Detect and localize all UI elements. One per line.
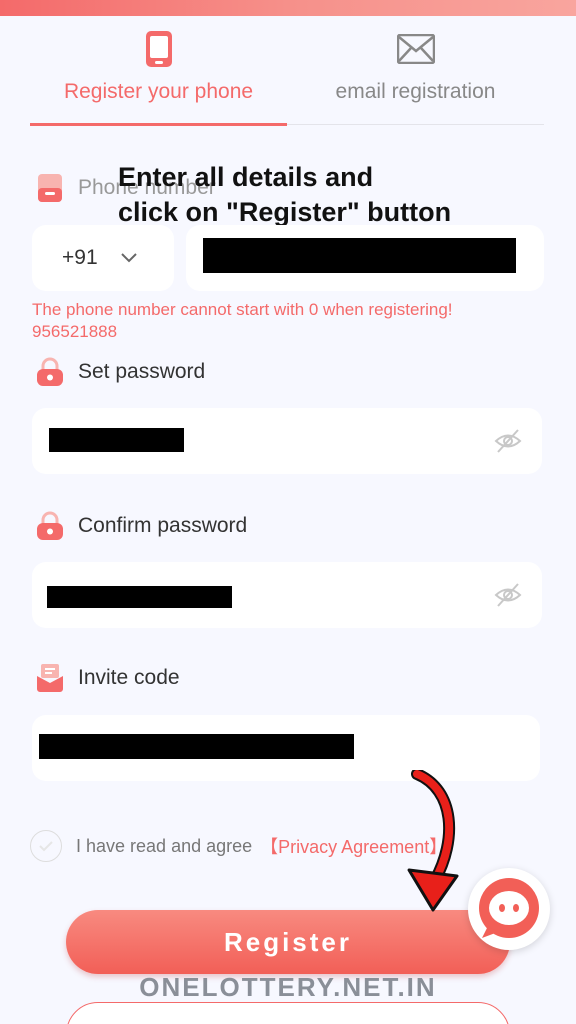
tab-register-phone-label: Register your phone <box>63 80 254 103</box>
agreement-text: I have read and agree <box>76 835 253 856</box>
set-password-label: Set password <box>78 360 206 383</box>
phone-icon <box>145 31 172 67</box>
register-button[interactable]: Register <box>66 910 510 974</box>
eye-off-icon[interactable] <box>494 428 522 454</box>
eye-off-icon[interactable] <box>494 582 522 608</box>
confirm-password-label-row: Confirm password <box>34 510 247 542</box>
tab-email-registration[interactable]: email registration <box>287 26 544 126</box>
instruction-overlay: Enter all details and click on "Register… <box>118 160 451 230</box>
chevron-down-icon <box>120 253 137 263</box>
envelope-icon <box>396 34 435 64</box>
registration-tabs: Register your phone email registration <box>30 26 544 126</box>
phone-field-icon <box>38 174 62 202</box>
agreement-row: I have read and agree 【Privacy Agreement… <box>30 830 447 862</box>
top-gradient-bar <box>0 0 576 16</box>
phone-error-number: 956521888 <box>32 322 118 341</box>
phone-number-input[interactable] <box>186 225 544 291</box>
invite-icon <box>37 664 63 692</box>
confirm-password-label: Confirm password <box>78 514 248 537</box>
check-icon <box>39 841 53 852</box>
chat-bubble-icon <box>479 878 539 938</box>
set-password-input[interactable] <box>32 408 542 474</box>
redacted-phone-value <box>203 238 516 273</box>
instruction-line-1: Enter all details and <box>118 162 374 192</box>
country-code-select[interactable]: +91 <box>32 225 174 291</box>
phone-error-message: The phone number cannot start with 0 whe… <box>32 299 552 343</box>
active-tab-indicator <box>30 123 287 126</box>
annotation-arrow-icon <box>407 770 459 912</box>
redacted-invite-value <box>39 734 354 759</box>
redacted-confirm-value <box>47 586 232 608</box>
tab-register-phone[interactable]: Register your phone <box>30 26 287 126</box>
secondary-button[interactable] <box>66 1002 510 1024</box>
confirm-password-input[interactable] <box>32 562 542 628</box>
watermark: ONELOTTERY.NET.IN <box>139 972 437 1002</box>
country-code-value: +91 <box>62 246 98 269</box>
agree-checkbox[interactable] <box>30 830 62 862</box>
customer-service-button[interactable] <box>468 868 550 950</box>
lock-icon <box>37 357 63 386</box>
lock-icon <box>37 511 63 540</box>
redacted-password-value <box>49 428 184 452</box>
phone-error-text: The phone number cannot start with 0 whe… <box>32 300 453 319</box>
set-password-label-row: Set password <box>34 356 205 388</box>
tab-email-registration-label: email registration <box>335 80 496 103</box>
invite-code-label: Invite code <box>78 666 180 689</box>
invite-code-label-row: Invite code <box>34 662 180 694</box>
